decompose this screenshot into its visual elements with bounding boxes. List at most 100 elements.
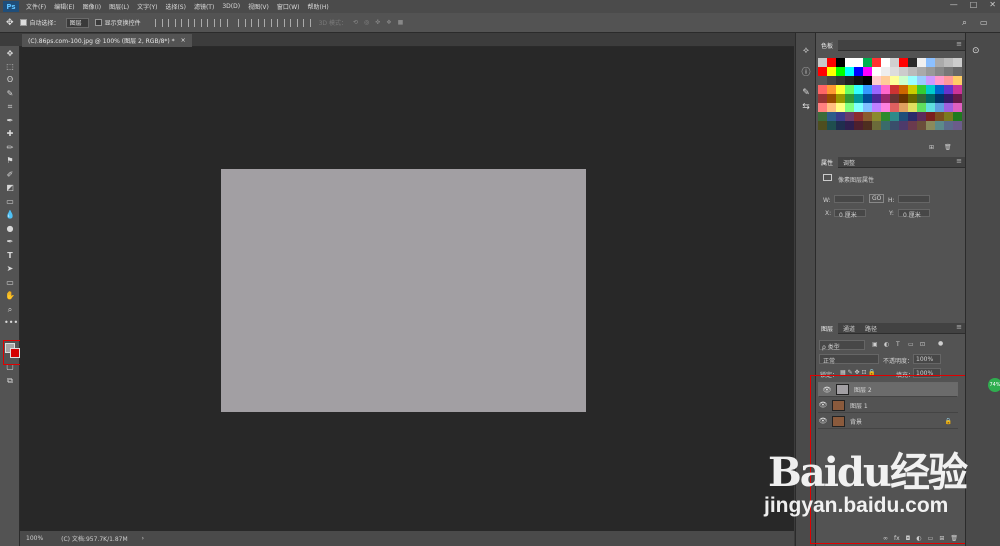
color-swatch[interactable] [908,58,917,67]
minimize-button[interactable]: — [950,0,958,9]
align-bottom-icon[interactable] [180,18,189,27]
color-swatch[interactable] [890,85,899,94]
color-swatch[interactable] [863,58,872,67]
color-swatch[interactable] [926,85,935,94]
color-swatch[interactable] [872,121,881,130]
color-swatch[interactable] [953,85,962,94]
menu-filter[interactable]: 滤镜(T) [190,2,218,11]
color-swatch[interactable] [926,103,935,112]
color-swatch[interactable] [854,112,863,121]
color-swatch[interactable] [863,76,872,85]
color-swatch[interactable] [926,67,935,76]
color-swatch[interactable] [908,67,917,76]
menu-select[interactable]: 选择(S) [161,2,190,11]
color-swatch[interactable] [953,121,962,130]
color-swatch[interactable] [917,94,926,103]
color-swatch[interactable] [836,112,845,121]
color-swatch[interactable] [881,112,890,121]
color-swatch[interactable] [917,103,926,112]
color-swatch[interactable] [863,94,872,103]
status-menu-arrow[interactable]: › [142,535,144,542]
libraries-icon[interactable]: ⊙ [972,46,980,56]
info-panel-icon[interactable]: ⓘ [800,67,812,79]
color-swatch[interactable] [944,121,953,130]
tab-channels[interactable]: 通道 [838,323,860,334]
color-swatch[interactable] [836,67,845,76]
color-swatch[interactable] [818,85,827,94]
color-swatch[interactable] [926,121,935,130]
color-swatch[interactable] [827,67,836,76]
crop-tool-icon[interactable]: ⌗ [4,101,16,112]
eraser-tool-icon[interactable]: ◩ [4,182,16,193]
color-swatch[interactable] [845,112,854,121]
color-swatch[interactable] [872,67,881,76]
color-swatch[interactable] [827,112,836,121]
color-swatch[interactable] [881,94,890,103]
show-transform-checkbox[interactable] [94,19,102,26]
menu-window[interactable]: 窗口(W) [273,2,304,11]
history-panel-icon[interactable]: ⟡ [800,45,812,57]
new-swatch-icon[interactable]: ⊞ [929,144,934,151]
color-swatch[interactable] [836,58,845,67]
color-swatch[interactable] [836,103,845,112]
shape-tool-icon[interactable]: ▭ [4,277,16,288]
color-swatch[interactable] [836,76,845,85]
color-swatch[interactable] [827,103,836,112]
color-swatch[interactable] [935,85,944,94]
align-hcenter-icon[interactable] [206,18,215,27]
move-tool-icon[interactable]: ✥ [4,48,16,59]
document-tab[interactable]: (C).86ps.com-100.jpg @ 100% (图层 2, RGB/8… [22,34,192,47]
color-swatch[interactable] [935,76,944,85]
screen-mode-icon[interactable]: ⧉ [4,375,16,386]
color-swatch[interactable] [881,121,890,130]
color-swatch[interactable] [818,112,827,121]
color-swatch[interactable] [845,121,854,130]
filter-adjust-icon[interactable]: ◐ [884,341,889,348]
color-swatch[interactable] [818,103,827,112]
color-swatch[interactable] [935,121,944,130]
opacity-field[interactable]: 100% [913,354,941,364]
color-swatch[interactable] [872,112,881,121]
color-swatch[interactable] [836,85,845,94]
color-swatch[interactable] [890,58,899,67]
color-swatch[interactable] [827,58,836,67]
dodge-tool-icon[interactable]: ● [4,223,16,234]
color-swatch[interactable] [908,103,917,112]
color-swatch[interactable] [908,94,917,103]
color-swatch[interactable] [872,76,881,85]
maximize-button[interactable]: □ [970,0,978,9]
panel-menu-icon[interactable]: ≡ [956,40,962,48]
color-swatch[interactable] [890,103,899,112]
workspace-icon[interactable]: ▭ [980,18,988,27]
color-swatch[interactable] [899,58,908,67]
color-swatch[interactable] [881,76,890,85]
quick-select-tool-icon[interactable]: ✎ [4,88,16,99]
color-swatch[interactable] [908,76,917,85]
close-button[interactable]: ✕ [989,0,996,9]
color-swatch[interactable] [854,67,863,76]
3d-scale-icon[interactable]: ■ [398,19,404,26]
height-field[interactable] [898,195,930,203]
color-swatch[interactable] [899,112,908,121]
filter-smart-icon[interactable]: ⊡ [920,341,925,348]
color-swatch[interactable] [872,103,881,112]
color-swatch[interactable] [953,76,962,85]
filter-toggle-icon[interactable]: ● [938,340,943,347]
color-swatch[interactable] [818,67,827,76]
color-swatch[interactable] [899,121,908,130]
color-swatch[interactable] [818,121,827,130]
color-swatch[interactable] [917,58,926,67]
color-swatch[interactable] [854,103,863,112]
color-swatch[interactable] [890,121,899,130]
color-swatch[interactable] [953,112,962,121]
tab-swatches[interactable]: 色板 [816,39,839,51]
3d-pan-icon[interactable]: ✜ [375,19,380,26]
color-swatch[interactable] [944,67,953,76]
color-swatch[interactable] [944,76,953,85]
color-swatch[interactable] [890,67,899,76]
color-swatch[interactable] [872,94,881,103]
color-swatch[interactable] [872,85,881,94]
distribute-left-icon[interactable] [276,18,285,27]
color-swatch[interactable] [890,94,899,103]
delete-swatch-icon[interactable]: 🗑 [944,144,952,151]
